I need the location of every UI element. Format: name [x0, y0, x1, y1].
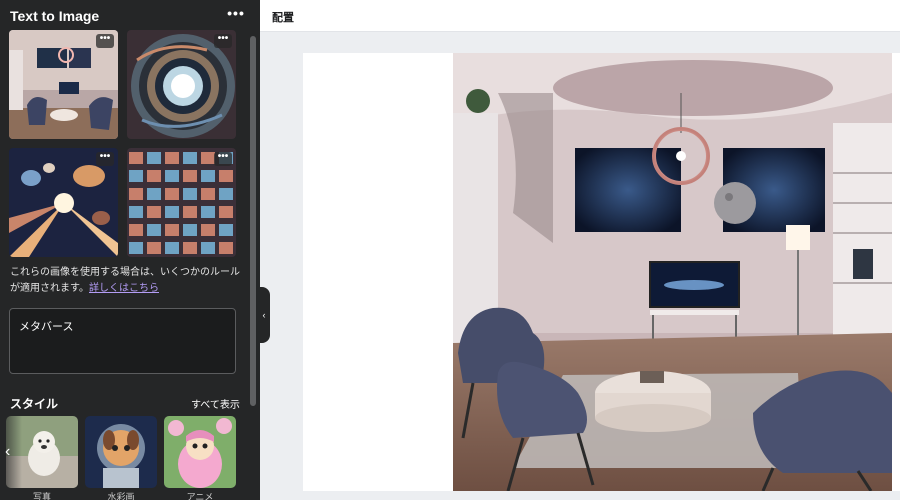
collapse-panel-button[interactable]: ‹	[258, 287, 270, 343]
result-thumbnail-living-room[interactable]: •••	[9, 30, 118, 139]
result-thumbnail-vortex[interactable]: •••	[127, 30, 236, 139]
position-button[interactable]: 配置	[272, 9, 294, 25]
style-caption: 水彩画	[107, 492, 135, 500]
editor-topbar: 配置	[260, 0, 900, 32]
style-heading: スタイル	[10, 397, 59, 411]
style-option-watercolor[interactable]	[85, 416, 157, 488]
panel-title: Text to Image	[10, 8, 100, 24]
style-caption: 写真	[32, 492, 51, 500]
usage-notice: これらの画像を使用する場合は、いくつかのルールが適用されます。詳しくはこちら	[10, 265, 242, 297]
result-more-button[interactable]: •••	[96, 152, 114, 166]
panel-scrollbar[interactable]	[250, 36, 256, 406]
style-option-anime[interactable]	[164, 416, 236, 488]
result-thumbnail-space-explosion[interactable]: •••	[9, 148, 118, 257]
result-more-button[interactable]: •••	[214, 34, 232, 48]
result-more-button[interactable]: •••	[96, 34, 114, 48]
generated-image[interactable]	[453, 53, 892, 491]
panel-header: Text to Image •••	[0, 0, 260, 32]
result-more-button[interactable]: •••	[214, 152, 232, 166]
more-horizontal-icon[interactable]: •••	[226, 6, 246, 24]
text-to-image-panel: Text to Image ••• ••• ••• ••• ••• これらの画像…	[0, 0, 260, 500]
result-thumbnail-mosaic[interactable]: •••	[127, 148, 236, 257]
learn-more-link[interactable]: 詳しくはこちら	[89, 283, 159, 294]
prompt-input[interactable]: メタバース	[9, 308, 236, 374]
show-all-styles-link[interactable]: すべて表示	[191, 396, 240, 411]
style-caption: アニメ	[186, 492, 214, 500]
chevron-left-icon[interactable]: ‹	[0, 416, 22, 488]
chevron-left-icon: ‹	[262, 310, 266, 320]
